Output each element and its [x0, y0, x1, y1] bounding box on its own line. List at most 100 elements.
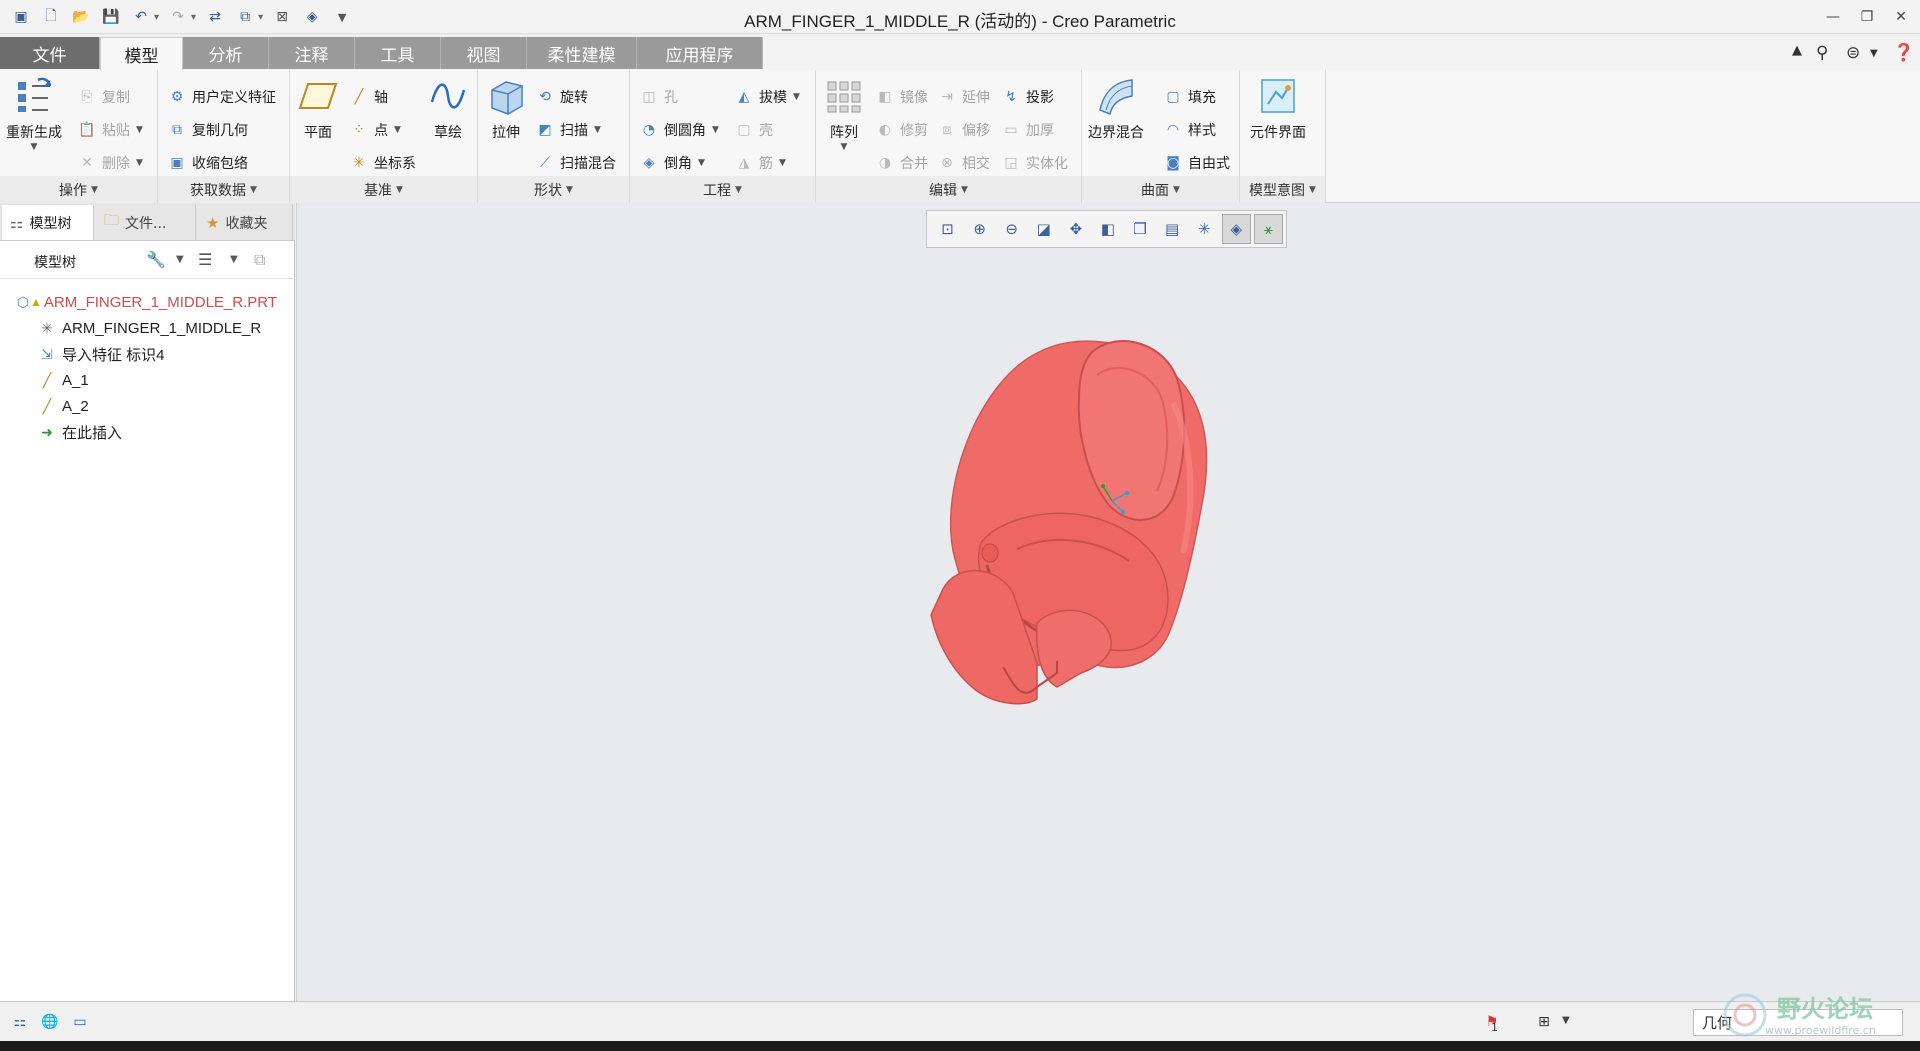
datum-display-icon[interactable]: ✳ [1190, 214, 1219, 244]
plane-button[interactable]: 平面 [296, 74, 340, 142]
undo-icon[interactable]: ↶ [130, 6, 152, 28]
chamfer-button[interactable]: ◈ 倒角 ▼ [638, 151, 705, 175]
csys-display-icon[interactable]: ⚹ [1253, 214, 1283, 244]
tree-item-axis-a2[interactable]: ╱ A_2 [36, 394, 89, 418]
freestyle-button[interactable]: ◙ 自由式 [1162, 151, 1230, 175]
style-button[interactable]: ◠ 样式 [1162, 118, 1216, 142]
show-dropdown-icon[interactable]: ▼ [230, 254, 238, 265]
zoom-out-icon[interactable]: ⊖ [997, 214, 1026, 244]
minimize-icon[interactable]: — [1818, 5, 1848, 29]
model-view[interactable] [297, 203, 1920, 1001]
spin-center-icon[interactable]: ✥ [1061, 214, 1090, 244]
fullscreen-icon[interactable]: ▭ [68, 1011, 92, 1033]
mirror-button[interactable]: ◧ 镜像 [874, 85, 928, 109]
csys-button[interactable]: ✳ 坐标系 [348, 151, 416, 175]
shell-button[interactable]: ▢ 壳 [733, 118, 773, 142]
swept-blend-button[interactable]: ⟋ 扫描混合 [534, 151, 616, 175]
tab-model[interactable]: 模型 [100, 37, 183, 70]
toggle-navigator-icon[interactable]: ⚏ [8, 1011, 32, 1033]
pattern-dropdown-icon[interactable]: ▼ [841, 142, 848, 152]
close-window-icon[interactable]: ⊠ [271, 6, 293, 28]
tab-folder-browser[interactable]: 🗀 文件... [96, 205, 196, 240]
tab-file[interactable]: 文件 [0, 37, 100, 69]
group-label-model-intent[interactable]: 模型意图 ▼ [1240, 176, 1325, 203]
trim-button[interactable]: ◐ 修剪 [874, 118, 928, 142]
tab-applications[interactable]: 应用程序 [637, 37, 763, 69]
extend-button[interactable]: ⇥ 延伸 [936, 85, 990, 109]
annotation-display-icon[interactable]: ◈ [1221, 214, 1251, 244]
repaint-icon[interactable]: ◪ [1029, 214, 1058, 244]
copy-button[interactable]: ⎘ 复制 [76, 85, 130, 109]
help-icon[interactable]: ❓ [1893, 43, 1914, 63]
component-interface-button[interactable]: 元件界面 [1250, 74, 1306, 142]
group-label-operations[interactable]: 操作 ▼ [0, 176, 157, 203]
group-label-datum[interactable]: 基准 ▼ [290, 176, 477, 203]
project-button[interactable]: ↯ 投影 [1000, 85, 1054, 109]
revolve-button[interactable]: ⟲ 旋转 [534, 85, 588, 109]
hole-button[interactable]: ◫ 孔 [638, 85, 678, 109]
settings-dropdown-icon[interactable]: ▼ [176, 254, 184, 265]
group-label-engineering[interactable]: 工程 ▼ [630, 176, 815, 203]
customize-icon[interactable]: ▼ [331, 6, 353, 28]
fill-button[interactable]: ▢ 填充 [1162, 85, 1216, 109]
zoom-in-icon[interactable]: ⊕ [965, 214, 994, 244]
tree-item-csys[interactable]: ✳ ARM_FINGER_1_MIDDLE_R [36, 316, 261, 340]
group-label-shapes[interactable]: 形状 ▼ [478, 176, 629, 203]
offset-button[interactable]: ⧈ 偏移 [936, 118, 990, 142]
group-label-editing[interactable]: 编辑 ▼ [816, 176, 1081, 203]
close-icon[interactable]: ✕ [1886, 5, 1916, 29]
app-icon[interactable]: ▣ [10, 6, 32, 28]
tree-item-axis-a1[interactable]: ╱ A_1 [36, 368, 89, 392]
regenerate-button[interactable]: 重新生成 ▼ [6, 74, 62, 152]
group-label-surfaces[interactable]: 曲面 ▼ [1082, 176, 1239, 203]
collapse-ribbon-icon[interactable]: ▲ [1792, 43, 1802, 58]
rib-button[interactable]: ◮ 筋 ▼ [733, 151, 786, 175]
tab-analysis[interactable]: 分析 [183, 37, 269, 69]
sweep-button[interactable]: ◩ 扫描 ▼ [534, 118, 601, 142]
shrinkwrap-button[interactable]: ▣ 收缩包络 [166, 151, 248, 175]
undo-dropdown-icon[interactable]: ▾ [154, 12, 159, 23]
round-button[interactable]: ◔ 倒圆角 ▼ [638, 118, 719, 142]
tab-flexible-modeling[interactable]: 柔性建模 [527, 37, 637, 69]
regenerate-icon[interactable]: ⇄ [204, 6, 226, 28]
show-list-icon[interactable]: ☰ [198, 250, 212, 269]
ptc-community-icon[interactable]: ⊜ [1846, 43, 1860, 63]
save-icon[interactable]: 💾 [100, 6, 122, 28]
sketch-button[interactable]: 草绘 [426, 74, 470, 142]
view-manager-icon[interactable]: ▤ [1158, 214, 1187, 244]
tree-item-part[interactable]: ⬡ ▲ ARM_FINGER_1_MIDDLE_R.PRT [12, 290, 277, 314]
udf-button[interactable]: ⚙ 用户定义特征 [166, 85, 276, 109]
group-label-get-data[interactable]: 获取数据 ▼ [158, 176, 289, 203]
paste-button[interactable]: 📋 粘贴 ▼ [76, 118, 143, 142]
search-icon[interactable]: ⚲ [1816, 43, 1828, 63]
tree-item-insert-here[interactable]: ➜ 在此插入 [36, 420, 122, 444]
pattern-button[interactable]: 阵列 ▼ [822, 74, 866, 152]
merge-button[interactable]: ◑ 合并 [874, 151, 928, 175]
community-dropdown-icon[interactable]: ▼ [1870, 48, 1878, 59]
settings-tools-icon[interactable]: 🔧 [146, 250, 166, 269]
tab-view[interactable]: 视图 [441, 37, 527, 69]
browser-icon[interactable]: 🌐 [38, 1011, 62, 1033]
tab-model-tree[interactable]: ⚏ 模型树 [2, 205, 94, 240]
draft-button[interactable]: ◭ 拔模 ▼ [733, 85, 800, 109]
copy-geometry-button[interactable]: ⧉ 复制几何 [166, 118, 248, 142]
find-dropdown-icon[interactable]: ▼ [1562, 1015, 1570, 1026]
axis-button[interactable]: ╱ 轴 [348, 85, 388, 109]
display-style-icon[interactable]: ◧ [1093, 214, 1122, 244]
solidify-button[interactable]: ◲ 实体化 [1000, 151, 1068, 175]
filter-tree-icon[interactable]: ⧉ [254, 250, 265, 270]
delete-button[interactable]: ✕ 删除 ▼ [76, 151, 143, 175]
graphics-window[interactable]: ⊡ ⊕ ⊖ ◪ ✥ ◧ ❐ ▤ ✳ ◈ ⚹ [296, 203, 1920, 1001]
intersect-button[interactable]: ⊗ 相交 [936, 151, 990, 175]
find-icon[interactable]: ⊞ [1532, 1011, 1556, 1033]
windows-dropdown-icon[interactable]: ▾ [258, 12, 263, 23]
restore-icon[interactable]: ❐ [1852, 5, 1882, 29]
regenerate-dropdown-icon[interactable]: ▼ [31, 142, 38, 152]
windows-icon[interactable]: ⧉ [234, 6, 256, 28]
tab-annotate[interactable]: 注释 [269, 37, 355, 69]
tab-tools[interactable]: 工具 [355, 37, 441, 69]
redo-icon[interactable]: ↷ [167, 6, 189, 28]
saved-views-icon[interactable]: ❐ [1125, 214, 1154, 244]
tree-item-import-feature[interactable]: ⇲ 导入特征 标识4 [36, 342, 164, 366]
boundary-blend-button[interactable]: 边界混合 [1088, 74, 1144, 142]
